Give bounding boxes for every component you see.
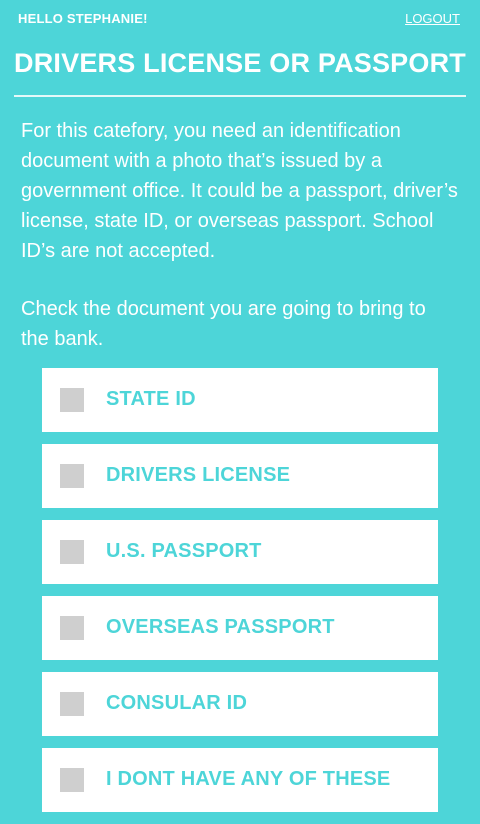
option-label: DRIVERS LICENSE	[106, 464, 291, 486]
option-label: CONSULAR ID	[106, 692, 248, 714]
top-bar: HELLO STEPHANIE! LOGOUT	[0, 0, 480, 38]
option-label: STATE ID	[106, 388, 196, 410]
instruction-text: Check the document you are going to brin…	[21, 298, 426, 350]
user-greeting: HELLO STEPHANIE!	[18, 11, 148, 26]
option-state-id[interactable]: STATE ID	[42, 368, 438, 432]
checkbox[interactable]	[60, 692, 84, 716]
checkbox[interactable]	[60, 540, 84, 564]
document-options-list: STATE ID DRIVERS LICENSE U.S. PASSPORT O…	[42, 368, 438, 824]
title-divider	[14, 95, 466, 97]
page-title: DRIVERS LICENSE OR PASSPORT	[14, 48, 466, 78]
option-label: U.S. PASSPORT	[106, 540, 262, 562]
option-drivers-license[interactable]: DRIVERS LICENSE	[42, 444, 438, 508]
logout-link[interactable]: LOGOUT	[405, 11, 460, 26]
checkbox[interactable]	[60, 388, 84, 412]
option-label: I DONT HAVE ANY OF THESE	[106, 768, 391, 790]
option-none-of-these[interactable]: I DONT HAVE ANY OF THESE	[42, 748, 438, 812]
checkbox[interactable]	[60, 768, 84, 792]
option-label: OVERSEAS PASSPORT	[106, 616, 335, 638]
checkbox[interactable]	[60, 464, 84, 488]
option-us-passport[interactable]: U.S. PASSPORT	[42, 520, 438, 584]
option-overseas-passport[interactable]: OVERSEAS PASSPORT	[42, 596, 438, 660]
category-description: For this catefory, you need an identific…	[21, 120, 458, 262]
option-consular-id[interactable]: CONSULAR ID	[42, 672, 438, 736]
checkbox[interactable]	[60, 616, 84, 640]
